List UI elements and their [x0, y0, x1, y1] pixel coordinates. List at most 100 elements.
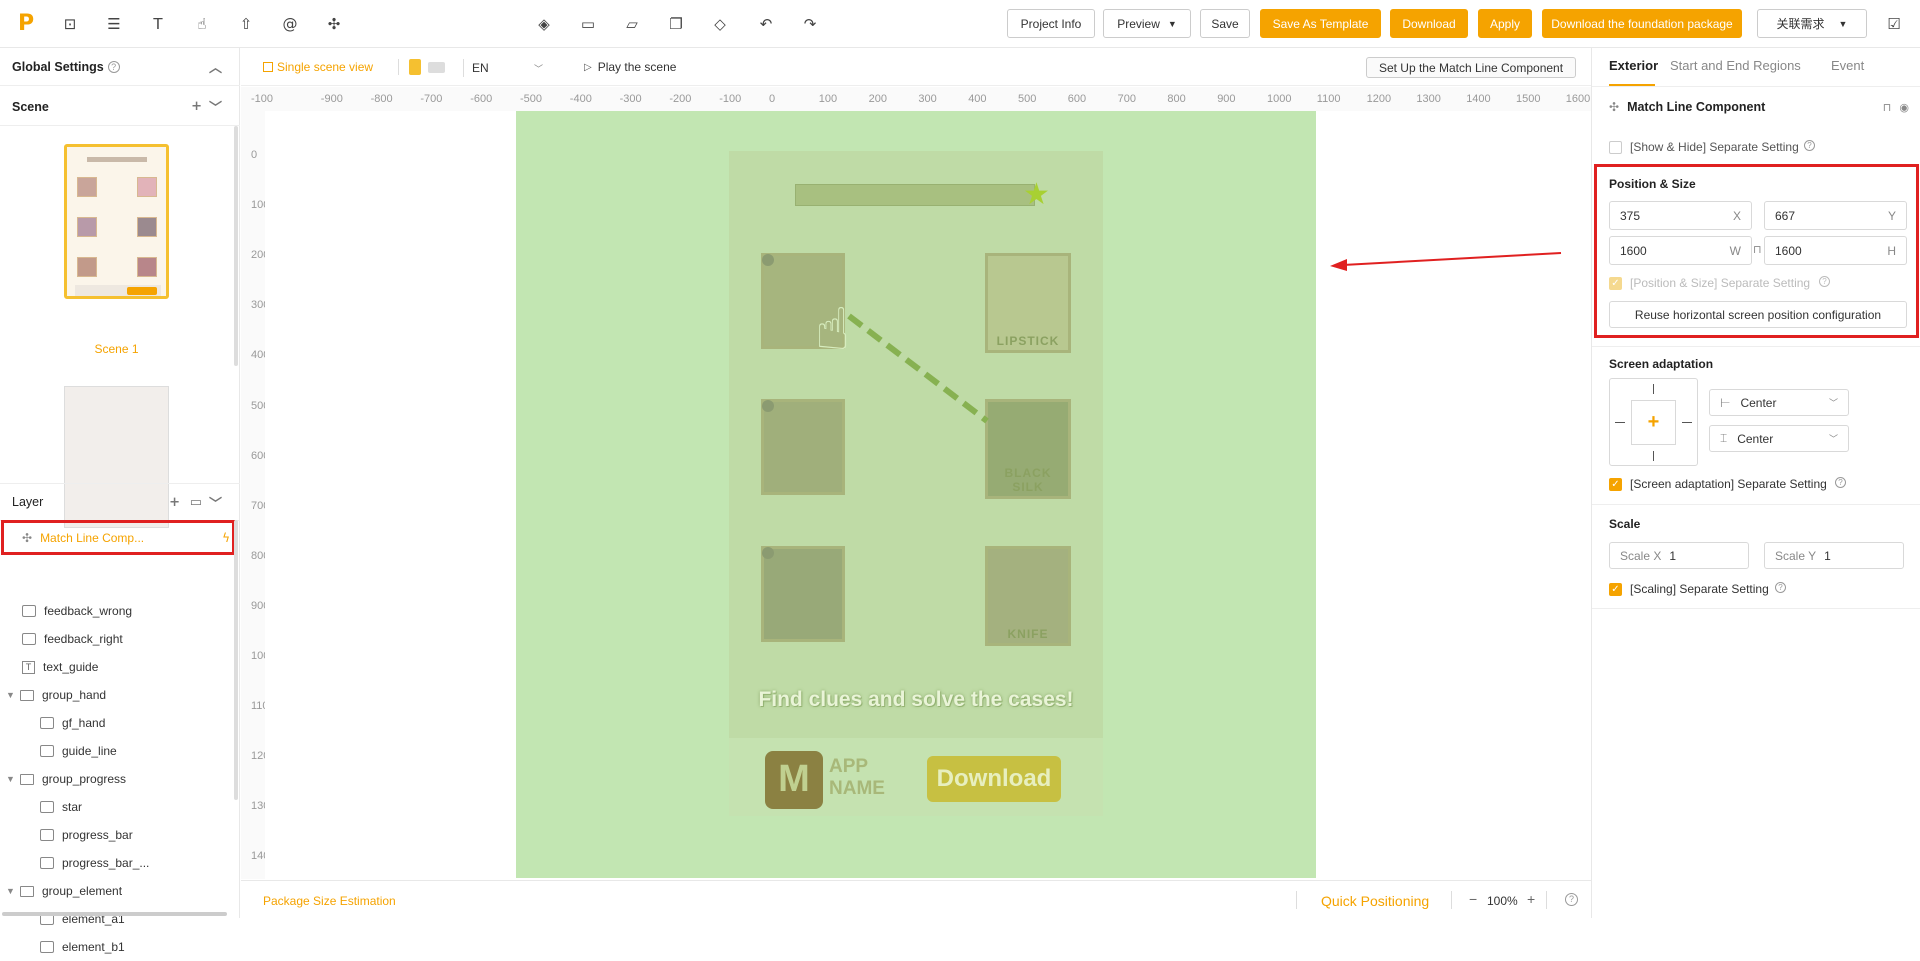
lock-ratio-icon[interactable]: ⊓ [1753, 243, 1762, 256]
layer-item[interactable]: guide_line [0, 737, 234, 765]
left-scrollbar[interactable] [234, 126, 238, 366]
y-input[interactable]: 667 Y [1764, 201, 1907, 230]
scaling-separate-checkbox[interactable]: ✓ [1609, 583, 1622, 596]
help-icon[interactable]: ? [1565, 893, 1578, 906]
layer-item[interactable]: progress_bar [0, 821, 234, 849]
anchor-widget[interactable]: + [1609, 378, 1698, 466]
chevron-down-icon[interactable]: ﹀ [209, 493, 222, 512]
horizontal-scrollbar[interactable] [2, 912, 227, 916]
anchor-left[interactable] [1615, 422, 1625, 423]
related-requirements-select[interactable]: 关联需求 ▼ [1757, 9, 1867, 38]
preview-button[interactable]: Preview ▼ [1103, 9, 1191, 38]
scene-1-label[interactable]: Scene 1 [64, 342, 169, 356]
horizontal-align-select[interactable]: ⊢ Center ﹀ [1709, 389, 1849, 416]
width-input[interactable]: 1600 W [1609, 236, 1752, 265]
layer-item[interactable]: Ttext_guide [0, 653, 234, 681]
add-scene-icon[interactable]: + [191, 99, 202, 114]
at-icon[interactable]: @ [280, 14, 300, 34]
layer-item[interactable]: element_a1 [0, 905, 234, 933]
layer-group[interactable]: ▼ group_progress [0, 765, 234, 793]
language-select[interactable]: EN ﹀ [463, 59, 543, 77]
project-info-button[interactable]: Project Info [1007, 9, 1095, 38]
arrow-head [1330, 259, 1347, 271]
chevron-down-icon: ▼ [1838, 18, 1848, 29]
anchor-top[interactable] [1653, 384, 1654, 394]
layer-item[interactable]: feedback_wrong [0, 597, 234, 625]
color-swatch-orange[interactable] [409, 59, 421, 75]
setup-match-line-button[interactable]: Set Up the Match Line Component [1366, 57, 1576, 78]
inbox-icon[interactable]: ⊡ [60, 14, 80, 34]
folder-icon [20, 885, 34, 897]
image-icon [40, 801, 54, 813]
anchor-center[interactable]: + [1631, 400, 1676, 445]
zoom-in-button[interactable]: + [1527, 891, 1535, 907]
layer-group[interactable]: ▼ group_element [0, 877, 234, 905]
layer-item[interactable]: feedback_right [0, 625, 234, 653]
folder-icon[interactable]: ▭ [190, 495, 202, 510]
package-size-link[interactable]: Package Size Estimation [263, 894, 396, 908]
reuse-horizontal-button[interactable]: Reuse horizontal screen position configu… [1609, 301, 1907, 328]
screen-adaptation-separate-checkbox[interactable]: ✓ [1609, 478, 1622, 491]
scale-y-input[interactable]: Scale Y 1 [1764, 542, 1904, 569]
folder-open-icon[interactable]: ▱ [622, 14, 642, 34]
save-as-template-button[interactable]: Save As Template [1260, 9, 1381, 38]
plugin-icon[interactable]: ✣ [324, 14, 344, 34]
help-icon[interactable]: ? [1775, 582, 1786, 593]
add-layer-icon[interactable]: + [169, 495, 180, 510]
undo-icon[interactable]: ↶ [756, 14, 776, 34]
tab-exterior[interactable]: Exterior [1609, 58, 1658, 73]
layer-item[interactable]: star [0, 793, 234, 821]
eraser-icon[interactable]: ◇ [710, 14, 730, 34]
anchor-bottom[interactable] [1653, 451, 1654, 461]
chevron-down-icon[interactable]: ▼ [6, 774, 20, 784]
x-input[interactable]: 375 X [1609, 201, 1752, 230]
chevron-down-icon[interactable]: ﹀ [209, 97, 222, 116]
height-input[interactable]: 1600 H [1764, 236, 1907, 265]
hand-icon[interactable]: ☝ [192, 14, 212, 34]
layer-item[interactable]: gf_hand [0, 709, 234, 737]
folder-icon[interactable]: ▭ [578, 14, 598, 34]
tab-event[interactable]: Event [1831, 58, 1864, 73]
show-hide-checkbox[interactable] [1609, 141, 1622, 154]
copy-icon[interactable]: ❐ [666, 14, 686, 34]
layer-item-match-line[interactable]: ✣ Match Line Comp... ϟ [1, 520, 235, 555]
tab-start-end-regions[interactable]: Start and End Regions [1670, 58, 1801, 73]
layer-scrollbar[interactable] [234, 520, 238, 800]
chevron-down-icon[interactable]: ▼ [6, 886, 20, 896]
lock-icon[interactable]: ⊓ [1883, 101, 1892, 114]
apply-button[interactable]: Apply [1478, 9, 1532, 38]
layers-icon[interactable]: ◈ [534, 14, 554, 34]
text-icon[interactable]: T [148, 14, 168, 34]
help-icon[interactable]: ? [107, 60, 120, 73]
eye-icon[interactable]: ◉ [1899, 101, 1909, 114]
help-icon[interactable]: ? [1819, 276, 1830, 287]
chevron-down-icon[interactable]: ▼ [6, 690, 20, 700]
vertical-align-select[interactable]: ⌶ Center ﹀ [1709, 425, 1849, 452]
clipboard-check-icon[interactable]: ☑ [1884, 14, 1904, 34]
layer-item[interactable]: progress_bar_... [0, 849, 234, 877]
download-button[interactable]: Download [1390, 9, 1468, 38]
list-icon[interactable]: ☰ [104, 14, 124, 34]
scene-thumbnail-1[interactable] [64, 144, 169, 299]
global-settings-header[interactable]: Global Settings ? ︿ [0, 48, 240, 86]
redo-icon[interactable]: ↷ [800, 14, 820, 34]
thumb-card [77, 177, 97, 197]
section-divider [1592, 608, 1920, 609]
file-upload-icon[interactable]: ⇧ [236, 14, 256, 34]
layer-item[interactable]: element_b1 [0, 933, 234, 961]
zoom-out-button[interactable]: − [1469, 891, 1477, 907]
help-icon[interactable]: ? [1835, 477, 1846, 488]
anchor-right[interactable] [1682, 422, 1692, 423]
play-scene-button[interactable]: ▷ Play the scene [584, 60, 676, 74]
color-swatch-gray[interactable] [428, 62, 445, 73]
scale-x-input[interactable]: Scale X 1 [1609, 542, 1749, 569]
canvas-area[interactable]: ★ LIPSTICK BLACK SILK KNIFE ☝ Find clues… [265, 111, 1591, 879]
download-foundation-button[interactable]: Download the foundation package [1542, 9, 1742, 38]
quick-positioning-button[interactable]: Quick Positioning [1321, 893, 1429, 909]
position-size-separate-checkbox[interactable]: ✓ [1609, 277, 1622, 290]
single-scene-toggle[interactable]: Single scene view [263, 60, 373, 74]
save-button[interactable]: Save [1200, 9, 1250, 38]
chevron-up-icon[interactable]: ︿ [209, 57, 222, 76]
help-icon[interactable]: ? [1804, 140, 1815, 151]
layer-group[interactable]: ▼ group_hand [0, 681, 234, 709]
